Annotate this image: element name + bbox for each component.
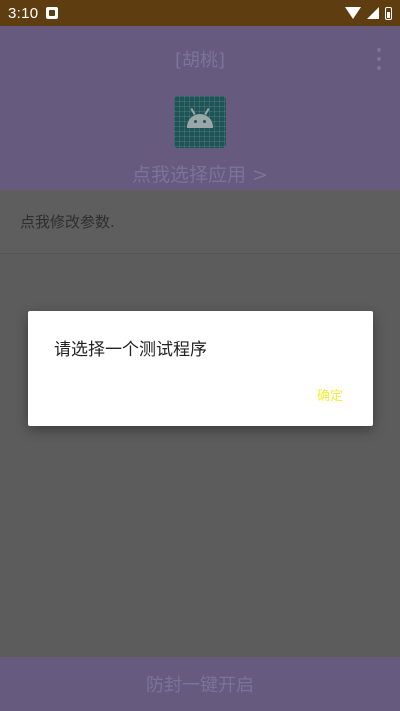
bottom-bar: 防封一键开启 [0, 657, 400, 711]
edit-params-label: 点我修改参数. [20, 213, 115, 231]
anti-ban-start-button[interactable]: 防封一键开启 [146, 671, 254, 697]
edit-params-row[interactable]: 点我修改参数. [0, 190, 400, 254]
app-header: [胡桃] 点我选择应用 > [0, 26, 400, 190]
status-icons [345, 6, 392, 20]
overflow-menu-icon[interactable] [374, 48, 384, 70]
battery-icon [385, 6, 392, 20]
app-title: [胡桃] [174, 50, 226, 71]
signal-icon [367, 7, 379, 19]
alert-dialog: 请选择一个测试程序 确定 [28, 311, 373, 426]
wifi-icon [345, 7, 361, 19]
status-time: 3:10 [8, 4, 39, 22]
status-bar: 3:10 [0, 0, 400, 26]
dialog-message: 请选择一个测试程序 [54, 340, 207, 360]
dialog-ok-button[interactable]: 确定 [317, 385, 343, 404]
notification-icon [46, 7, 59, 19]
select-app-button[interactable]: 点我选择应用 > [0, 160, 400, 187]
android-icon[interactable] [174, 96, 226, 148]
